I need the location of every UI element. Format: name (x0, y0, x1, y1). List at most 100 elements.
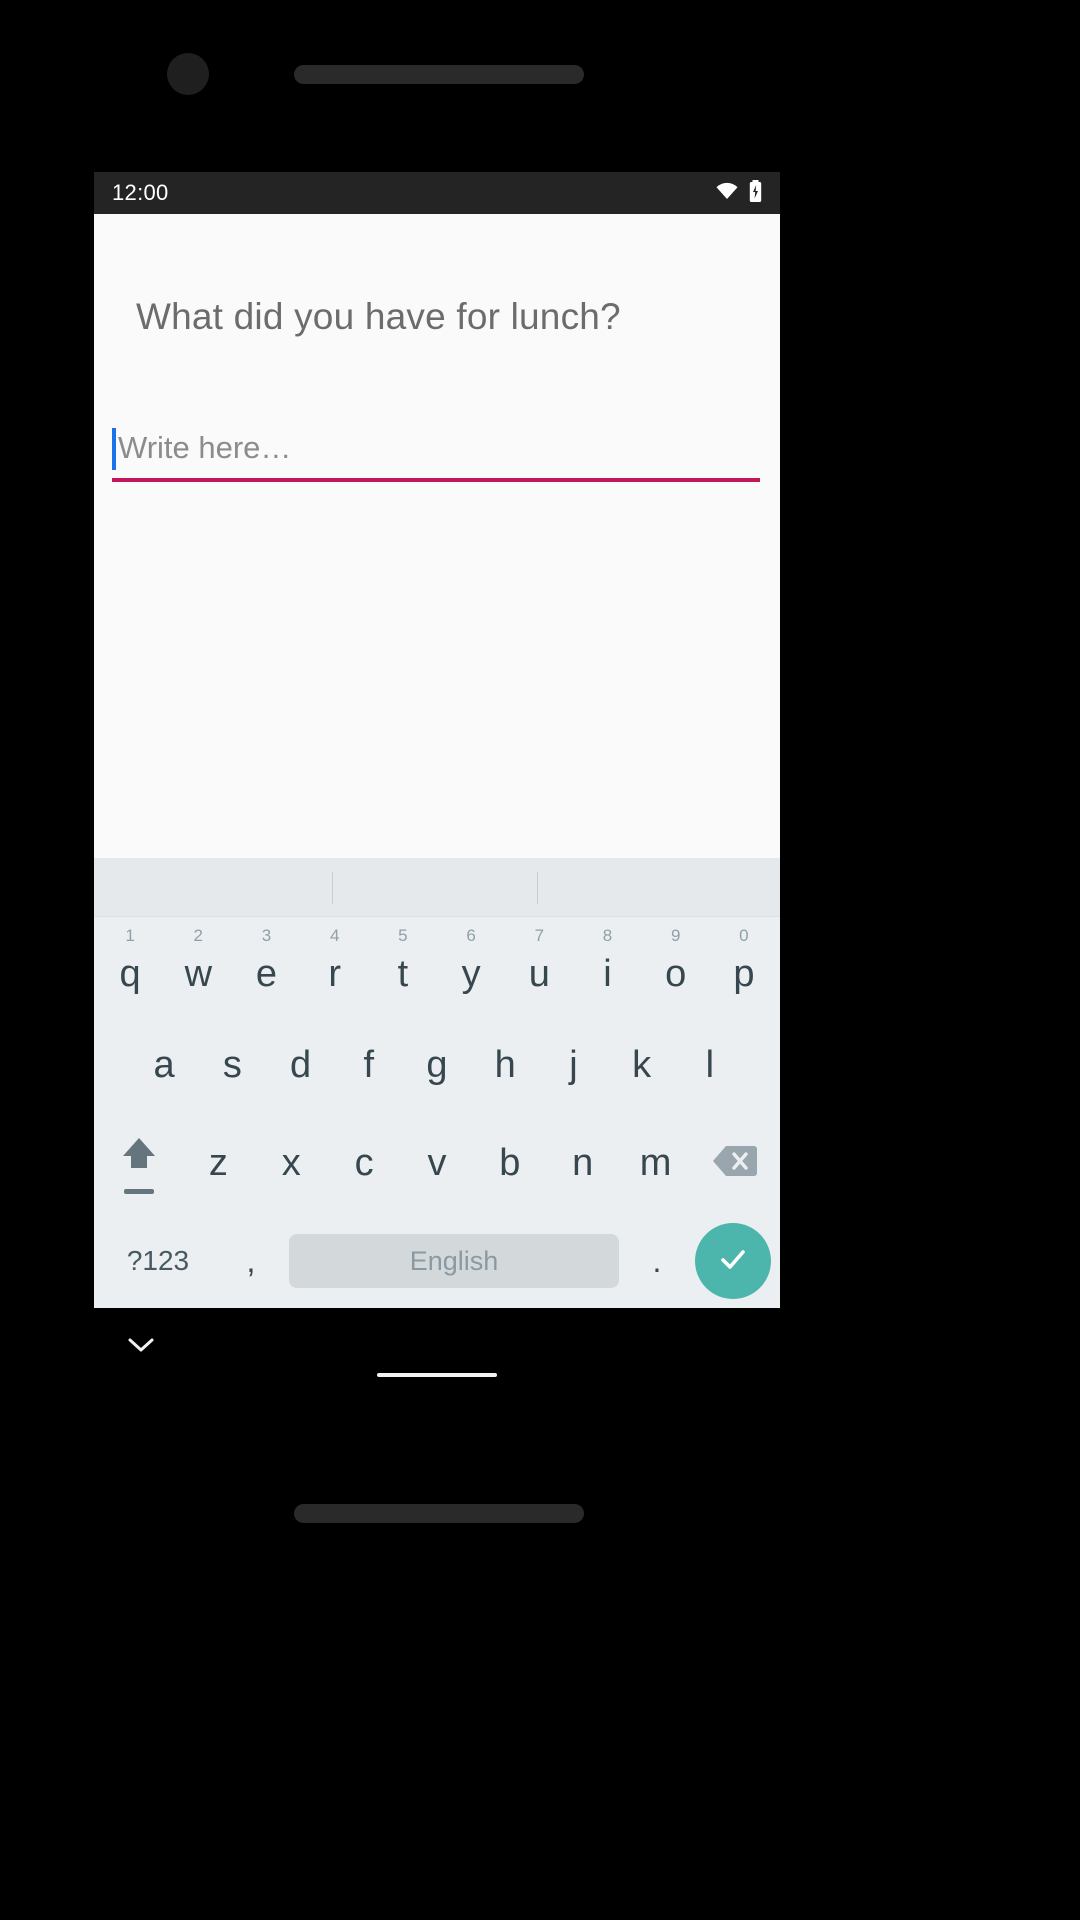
key-label: r (328, 953, 342, 995)
key-label: c (354, 1142, 374, 1184)
hide-keyboard-button[interactable] (122, 1328, 160, 1366)
wifi-icon (715, 182, 739, 205)
key-b[interactable]: b (473, 1113, 546, 1213)
key-t[interactable]: 5t (369, 917, 437, 1017)
key-o[interactable]: 9o (642, 917, 710, 1017)
key-label: ?123 (126, 1245, 190, 1276)
key-r[interactable]: 4r (301, 917, 369, 1017)
home-indicator[interactable] (377, 1373, 497, 1377)
key-y[interactable]: 6y (437, 917, 505, 1017)
key-hint: 9 (670, 926, 681, 945)
backspace-icon (712, 1144, 758, 1183)
key-x[interactable]: x (255, 1113, 328, 1213)
key-label: s (222, 1044, 242, 1086)
key-hint: 4 (329, 926, 340, 945)
key-label: e (255, 953, 278, 995)
keyboard-row-1: 1q 2w 3e 4r 5t 6y 7u 8i 9o 0p (94, 917, 780, 1017)
keyboard-row-2: a s d f g h j k l (94, 1017, 780, 1113)
key-label: n (572, 1142, 594, 1184)
key-label: l (705, 1044, 715, 1086)
key-label: q (119, 953, 141, 995)
key-m[interactable]: m (619, 1113, 692, 1213)
symbols-key[interactable]: ?123 (103, 1213, 213, 1308)
status-icons (715, 179, 762, 207)
enter-key[interactable] (695, 1223, 771, 1299)
check-icon (713, 1239, 753, 1284)
phone-screen: 12:00 What did you have for lunch? Write… (94, 172, 780, 1308)
key-label: English (409, 1245, 499, 1276)
key-label: , (246, 1243, 256, 1279)
shift-key[interactable] (96, 1113, 182, 1213)
keyboard-row-4: ?123 , English . (94, 1213, 780, 1308)
key-z[interactable]: z (182, 1113, 255, 1213)
key-e[interactable]: 3e (232, 917, 300, 1017)
status-bar: 12:00 (94, 172, 780, 214)
key-p[interactable]: 0p (710, 917, 778, 1017)
key-h[interactable]: h (471, 1017, 539, 1113)
key-label: o (665, 953, 687, 995)
key-label: p (733, 953, 755, 995)
on-screen-keyboard: 1q 2w 3e 4r 5t 6y 7u 8i 9o 0p a s d f g … (94, 858, 780, 1308)
shift-underbar (124, 1189, 154, 1194)
device-bottom-bar (294, 1504, 584, 1523)
key-label: u (528, 953, 550, 995)
key-hint: 3 (261, 926, 272, 945)
key-label: i (603, 953, 612, 995)
key-i[interactable]: 8i (573, 917, 641, 1017)
space-key[interactable]: English (289, 1234, 619, 1288)
key-k[interactable]: k (608, 1017, 676, 1113)
key-hint: 6 (466, 926, 476, 945)
key-label: k (632, 1044, 652, 1086)
key-a[interactable]: a (130, 1017, 198, 1113)
key-label: t (397, 953, 409, 995)
keyboard-row-3: z x c v b n m (94, 1113, 780, 1213)
key-hint: 8 (602, 926, 613, 945)
key-g[interactable]: g (403, 1017, 471, 1113)
key-u[interactable]: 7u (505, 917, 573, 1017)
key-label: m (639, 1142, 672, 1184)
key-hint: 7 (534, 926, 545, 945)
key-label: j (569, 1044, 578, 1086)
key-f[interactable]: f (335, 1017, 403, 1113)
page-title: What did you have for lunch? (136, 296, 621, 337)
content-area: What did you have for lunch? Write here… (94, 214, 780, 858)
key-v[interactable]: v (401, 1113, 474, 1213)
key-label: y (461, 953, 481, 995)
key-hint: 0 (739, 926, 749, 945)
comma-key[interactable]: , (213, 1213, 289, 1308)
shift-arrow-icon (119, 1134, 159, 1177)
text-caret (112, 428, 116, 470)
key-label: f (363, 1044, 375, 1086)
speaker-grille-icon (294, 65, 584, 84)
camera-dot-icon (167, 53, 209, 95)
answer-input-wrapper[interactable]: Write here… (112, 422, 760, 482)
input-underline (112, 478, 760, 482)
key-label: w (184, 953, 213, 995)
key-label: z (208, 1142, 228, 1184)
key-hint: 1 (125, 926, 135, 945)
key-c[interactable]: c (328, 1113, 401, 1213)
answer-input[interactable]: Write here… (112, 422, 760, 474)
period-key[interactable]: . (619, 1213, 695, 1308)
key-hint: 5 (398, 926, 408, 945)
battery-icon (749, 179, 762, 207)
status-time: 12:00 (112, 180, 169, 205)
key-q[interactable]: 1q (96, 917, 164, 1017)
chevron-down-icon (126, 1335, 156, 1360)
key-j[interactable]: j (539, 1017, 607, 1113)
key-label: g (426, 1044, 448, 1086)
key-label: h (494, 1044, 516, 1086)
backspace-key[interactable] (692, 1113, 778, 1213)
key-label: a (153, 1044, 175, 1086)
key-label: d (289, 1044, 312, 1086)
suggestion-strip[interactable] (94, 858, 780, 917)
key-label: . (652, 1243, 662, 1279)
key-label: b (499, 1142, 521, 1184)
key-n[interactable]: n (546, 1113, 619, 1213)
key-d[interactable]: d (266, 1017, 334, 1113)
answer-input-placeholder: Write here… (118, 430, 292, 465)
key-w[interactable]: 2w (164, 917, 232, 1017)
key-s[interactable]: s (198, 1017, 266, 1113)
key-l[interactable]: l (676, 1017, 744, 1113)
key-label: v (427, 1142, 447, 1184)
